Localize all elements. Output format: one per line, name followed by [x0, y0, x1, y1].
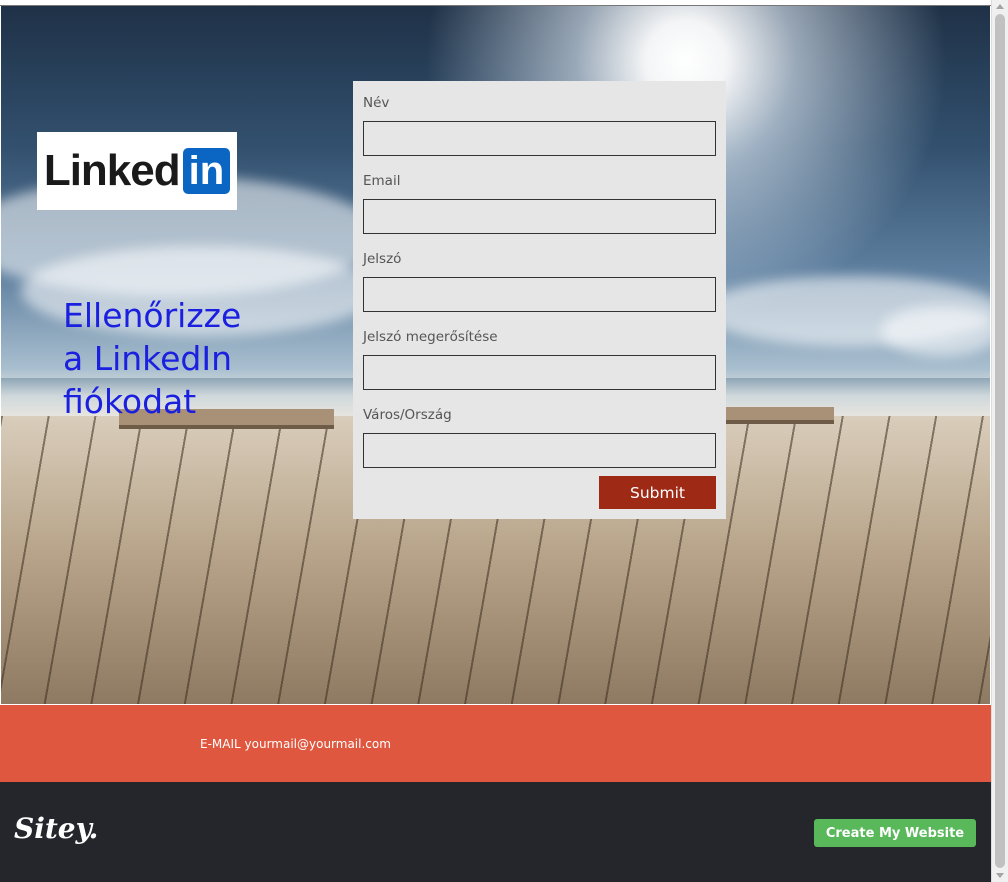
scroll-down-icon[interactable] — [996, 873, 1004, 878]
city-country-field[interactable] — [363, 433, 716, 468]
email-field[interactable] — [363, 199, 716, 234]
name-field[interactable] — [363, 121, 716, 156]
bench-right — [726, 407, 834, 424]
sitey-logo[interactable]: Sitey. — [14, 812, 98, 845]
confirm-password-field[interactable] — [363, 355, 716, 390]
logo-word: Linked — [43, 146, 181, 195]
name-label: Név — [363, 95, 390, 111]
password-field[interactable] — [363, 277, 716, 312]
signup-form: Név Email Jelszó Jelszó megerősítése Vár… — [353, 81, 726, 519]
create-website-button[interactable]: Create My Website — [814, 819, 976, 847]
logo-badge: in — [182, 148, 231, 194]
headline-line: a LinkedIn — [63, 339, 233, 378]
vertical-scrollbar[interactable] — [991, 0, 1008, 882]
password-label: Jelszó — [363, 251, 402, 267]
email-label: Email — [363, 173, 401, 189]
city-country-label: Város/Ország — [363, 407, 452, 423]
footer: Sitey. Create My Website — [0, 782, 991, 882]
headline-line: Ellenőrizze — [63, 296, 242, 335]
cloud-decoration — [881, 306, 990, 356]
contact-email: E-MAIL yourmail@yourmail.com — [200, 737, 391, 751]
submit-button[interactable]: Submit — [599, 476, 716, 509]
scroll-up-icon[interactable] — [996, 4, 1004, 9]
scroll-thumb[interactable] — [995, 14, 1005, 868]
headline-line: fiókodat — [63, 382, 197, 421]
page-headline: Ellenőrizze a LinkedIn fiókodat — [63, 294, 323, 423]
confirm-password-label: Jelszó megerősítése — [363, 329, 498, 345]
contact-bar: E-MAIL yourmail@yourmail.com — [0, 705, 991, 782]
linkedin-logo-icon: Linked in — [37, 132, 237, 210]
